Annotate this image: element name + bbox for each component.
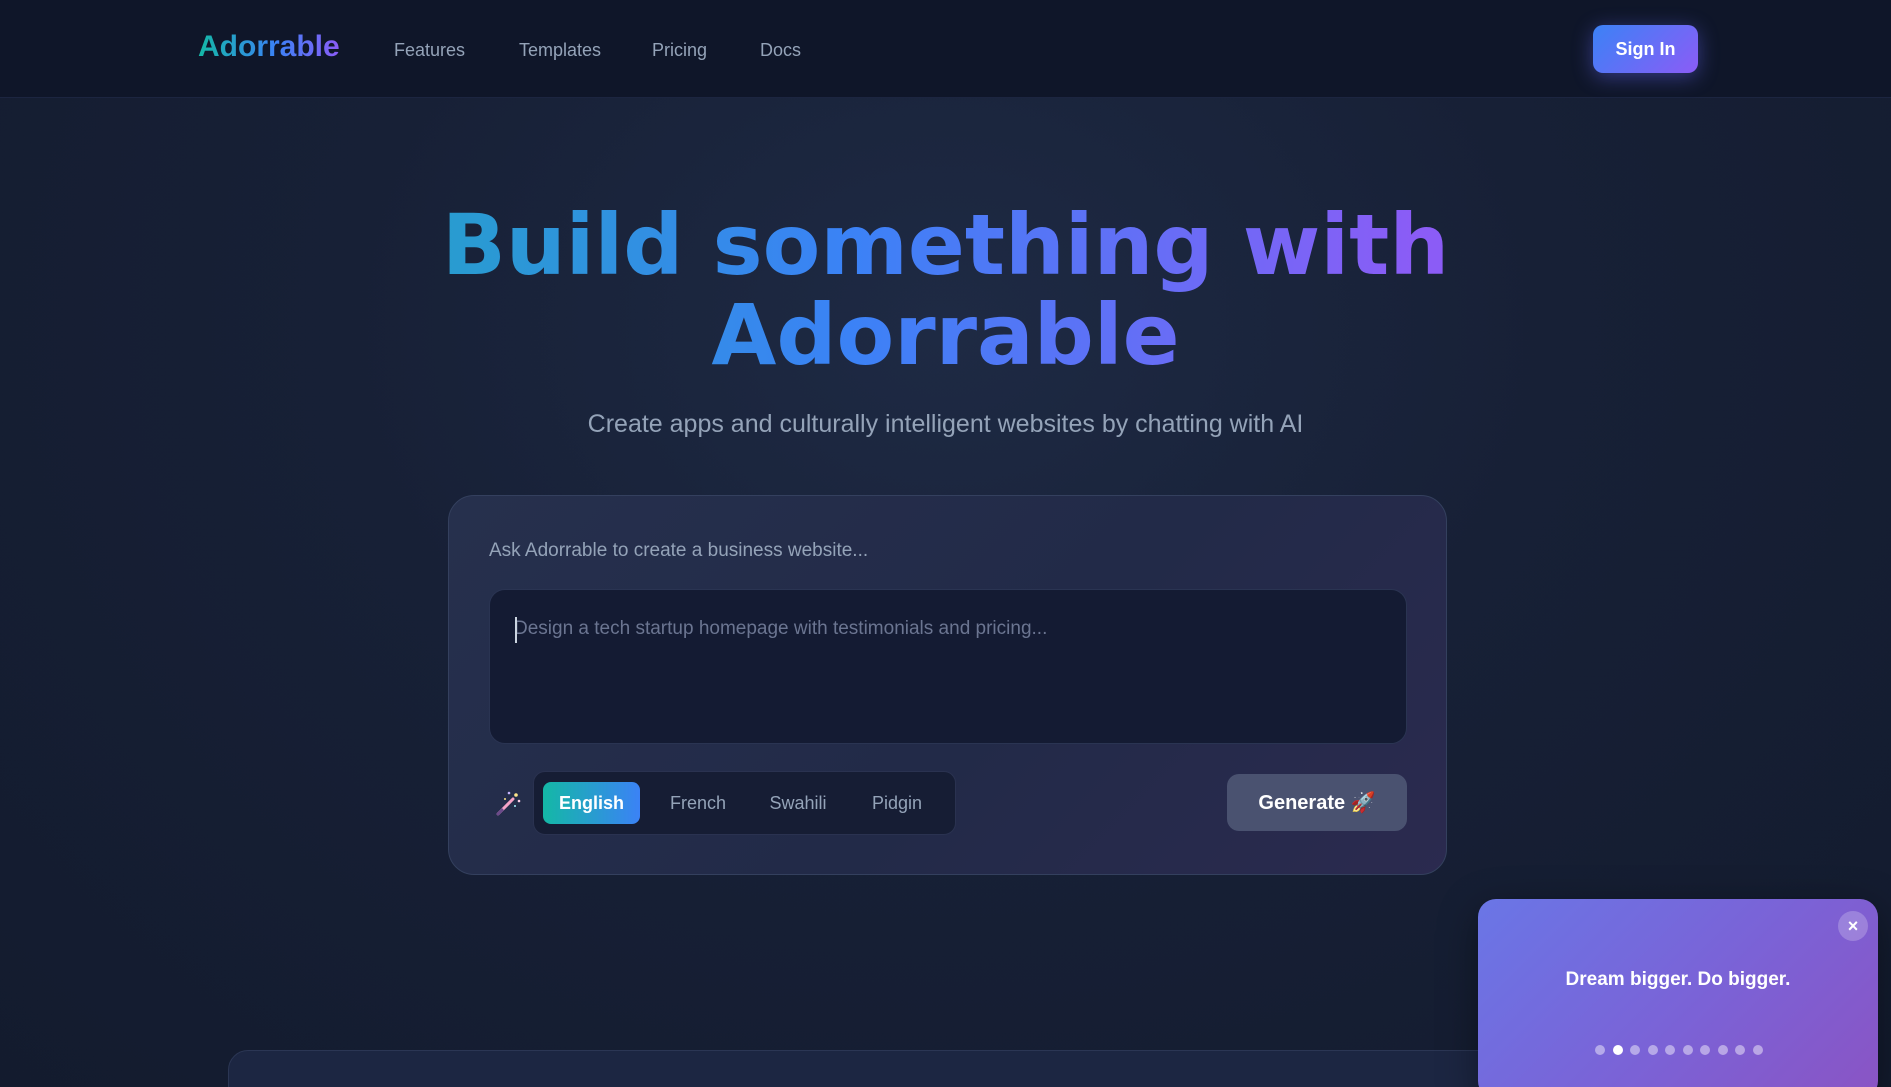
hero-title: Build something with Adorrable [0, 200, 1891, 380]
language-option-french[interactable]: French [650, 782, 746, 824]
close-icon[interactable]: × [1838, 911, 1868, 941]
promo-toast: × Dream bigger. Do bigger. [1478, 899, 1878, 1087]
carousel-dot[interactable] [1752, 1045, 1763, 1055]
carousel-dot[interactable] [1682, 1045, 1693, 1055]
nav-link-pricing[interactable]: Pricing [652, 40, 707, 61]
carousel-dot[interactable] [1595, 1045, 1605, 1055]
prompt-label: Ask Adorrable to create a business websi… [489, 540, 869, 561]
carousel-dot-active[interactable] [1612, 1045, 1623, 1055]
carousel-dot[interactable] [1665, 1045, 1675, 1055]
nav-link-features[interactable]: Features [394, 40, 465, 61]
prompt-input[interactable] [489, 589, 1407, 744]
toast-message: Dream bigger. Do bigger. [1565, 969, 1791, 990]
hero-title-line2: Adorrable [711, 286, 1180, 384]
nav-link-templates[interactable]: Templates [519, 40, 601, 61]
hero-subtitle: Create apps and culturally intelligent w… [587, 410, 1304, 438]
prompt-card: Ask Adorrable to create a business websi… [448, 495, 1447, 875]
sign-in-button[interactable]: Sign In [1593, 25, 1698, 73]
language-option-swahili[interactable]: Swahili [748, 782, 848, 824]
carousel-dot[interactable] [1717, 1045, 1728, 1055]
carousel-dot[interactable] [1735, 1045, 1745, 1055]
lower-section-panel [228, 1050, 1628, 1087]
language-option-pidgin[interactable]: Pidgin [852, 782, 942, 824]
carousel-dot[interactable] [1647, 1045, 1658, 1055]
language-option-english[interactable]: English [543, 782, 640, 824]
hero-title-line1: Build something with [441, 196, 1450, 294]
carousel-dot[interactable] [1700, 1045, 1710, 1055]
top-nav: Adorrable Features Templates Pricing Doc… [0, 0, 1891, 98]
language-selector: English French Swahili Pidgin [533, 771, 956, 835]
magic-wand-icon[interactable] [493, 789, 523, 819]
text-caret [515, 617, 517, 643]
nav-link-docs[interactable]: Docs [760, 40, 801, 61]
carousel-dot[interactable] [1630, 1045, 1640, 1055]
generate-button[interactable]: Generate 🚀 [1227, 774, 1407, 831]
logo[interactable]: Adorrable [198, 30, 340, 64]
